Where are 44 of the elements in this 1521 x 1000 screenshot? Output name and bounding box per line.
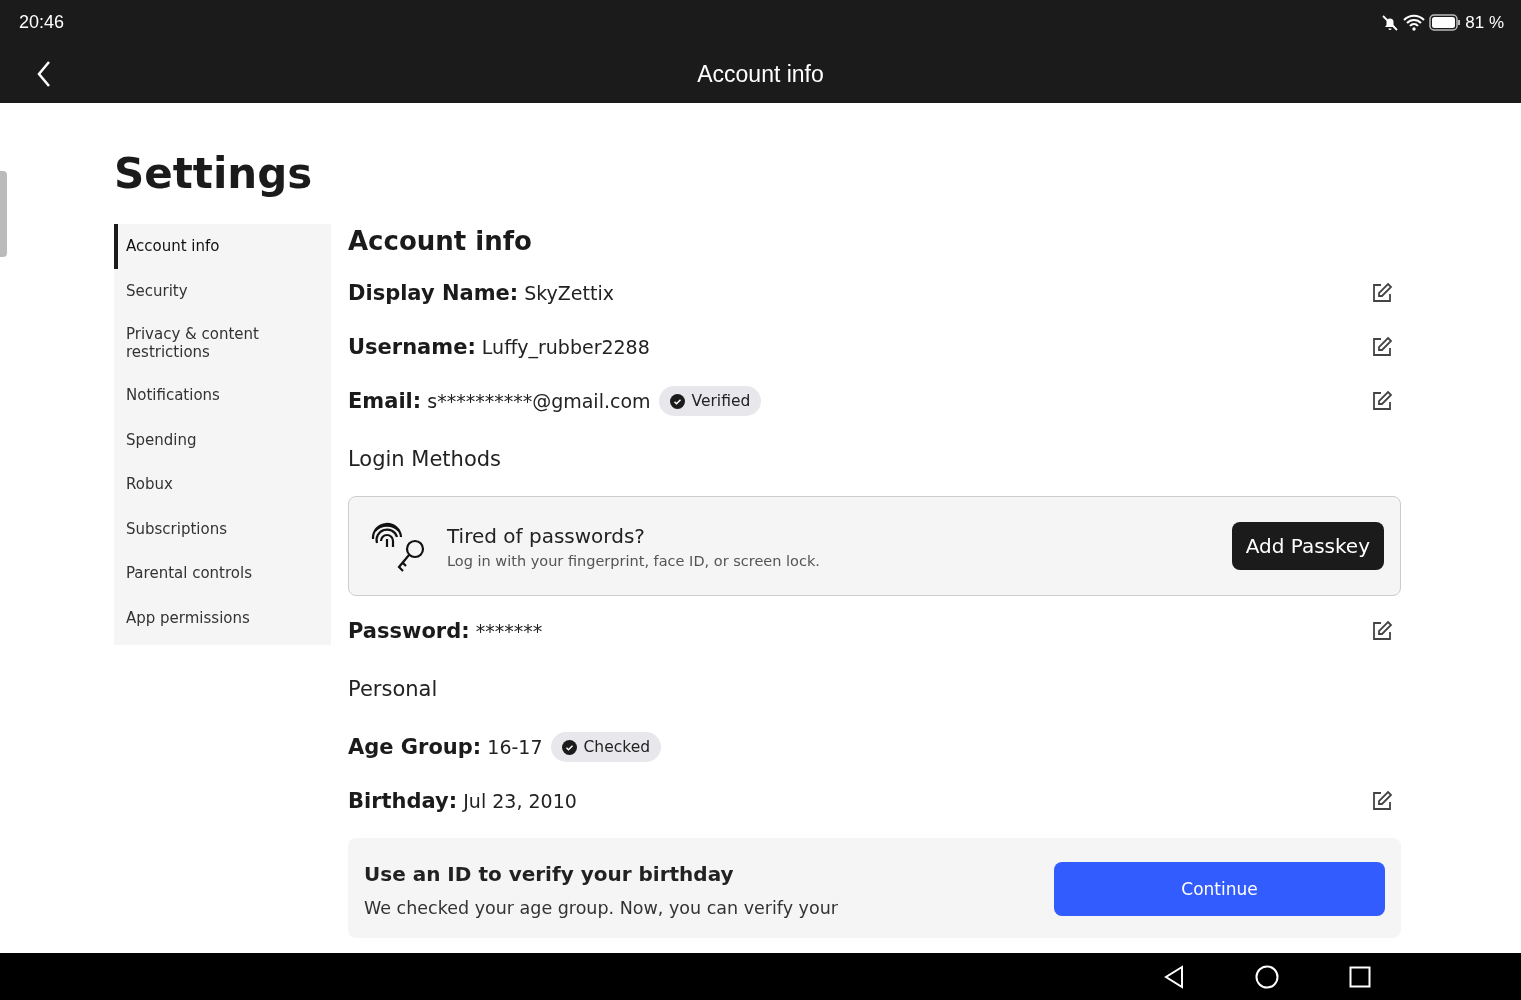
- add-passkey-button[interactable]: Add Passkey: [1231, 522, 1384, 570]
- check-icon: [561, 739, 577, 755]
- field-text: Display Name: SkyZettix: [348, 281, 614, 305]
- sidebar-item[interactable]: Privacy & content restrictions: [114, 313, 331, 373]
- wifi-icon: [1403, 14, 1426, 31]
- edge-handle[interactable]: [0, 171, 7, 257]
- status-badge: Checked: [550, 732, 661, 762]
- battery-icon: [1429, 14, 1462, 31]
- edit-button[interactable]: [1371, 390, 1393, 412]
- back-nav-icon[interactable]: [1163, 964, 1185, 989]
- sidebar-item[interactable]: App permissions: [114, 595, 331, 640]
- group-heading: Personal: [348, 676, 439, 703]
- sidebar-item[interactable]: Notifications: [114, 373, 331, 418]
- check-icon: [669, 393, 685, 409]
- recents-nav-icon[interactable]: [1349, 965, 1371, 988]
- continue-button[interactable]: Continue: [1054, 862, 1385, 916]
- edit-button[interactable]: [1371, 620, 1393, 642]
- field-text: Password: *******: [348, 619, 543, 643]
- card-title: Use an ID to verify your birthday: [364, 862, 735, 886]
- battery-level: 81 %: [1465, 12, 1504, 33]
- card-description: We checked your age group. Now, you can verify your: [364, 898, 838, 918]
- muted-bell-icon: [1381, 13, 1400, 32]
- clock: 20:46: [19, 12, 65, 33]
- status-badge: Verified: [658, 386, 762, 416]
- sidebar-item[interactable]: Account info: [114, 224, 331, 269]
- edit-button[interactable]: [1371, 282, 1393, 304]
- field-text: Age Group: 16-17: [348, 735, 543, 759]
- home-nav-icon[interactable]: [1255, 964, 1279, 989]
- sidebar-item[interactable]: Spending: [114, 417, 331, 462]
- sidebar-item[interactable]: Security: [114, 268, 331, 313]
- field-text: Birthday: Jul 23, 2010: [348, 789, 577, 813]
- group-heading: Login Methods: [348, 446, 503, 473]
- sidebar-item[interactable]: Subscriptions: [114, 506, 331, 551]
- app-bar-title: Account info: [697, 60, 824, 88]
- sidebar-item[interactable]: Robux: [114, 462, 331, 507]
- card-description: Log in with your fingerprint, face ID, or screen lock.: [447, 552, 820, 569]
- field-text: Username: Luffy_rubber2288: [348, 335, 650, 359]
- edit-button[interactable]: [1371, 336, 1393, 358]
- card-title: Tired of passwords?: [447, 523, 646, 548]
- page-title: Settings: [114, 149, 314, 198]
- field-text: Email: s**********@gmail.com: [348, 389, 651, 413]
- section-title: Account info: [348, 226, 533, 256]
- sidebar-item[interactable]: Parental controls: [114, 551, 331, 596]
- edit-button[interactable]: [1371, 790, 1393, 812]
